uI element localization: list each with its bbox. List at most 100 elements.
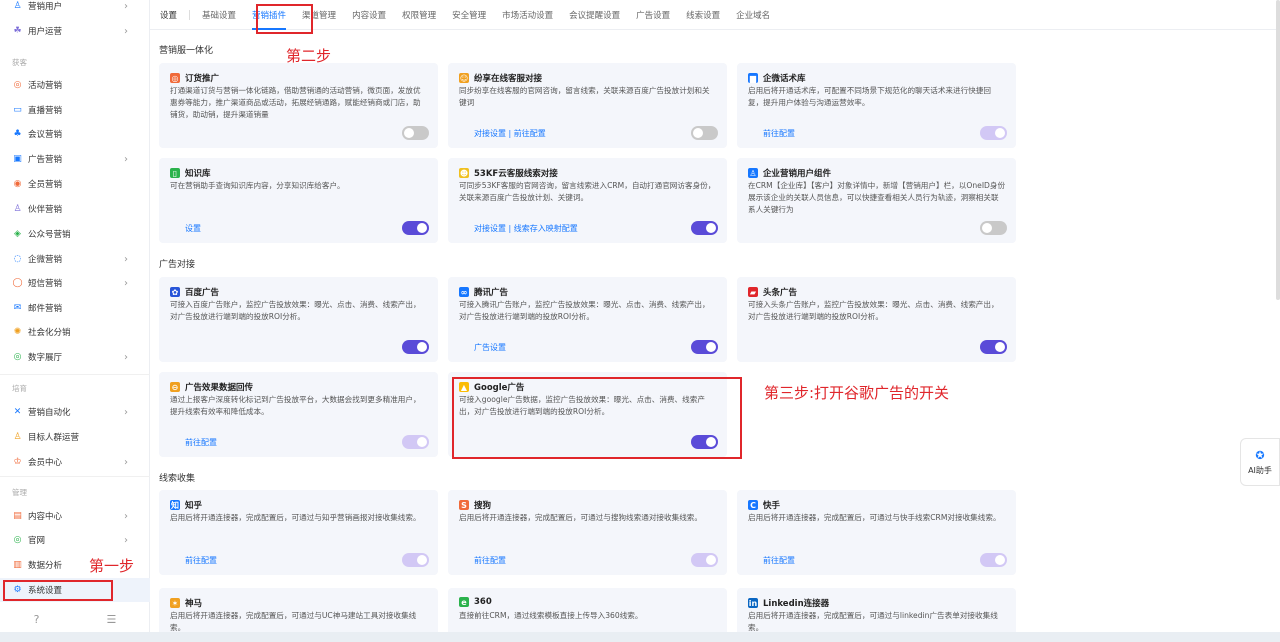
plugin-card-toutiao: ▰ 头条广告 可接入头条广告账户，监控广告投放效果：曝光、点击、消费、线索产出，对广…: [737, 277, 1016, 362]
plugin-card-marketing-user-component: ♙ 企业营销用户组件 在CRM【企业库】【客户】对象详情中，新增【营销用户】栏，以O…: [737, 158, 1016, 243]
plugin-card-title-text: 搜狗: [474, 501, 492, 511]
ai-helper-button[interactable]: ✪ AI助手: [1240, 438, 1280, 486]
sidebar-item-wechat[interactable]: ◈ 公众号营销: [0, 222, 150, 246]
tab-enterprise-domain[interactable]: 企业域名: [736, 0, 770, 30]
chevron-right-icon: ›: [124, 25, 128, 37]
plugin-card-description: 可接入头条广告账户，监控广告投放效果：曝光、点击、消费、线索产出，对广告投放进行…: [748, 300, 999, 321]
plugin-card-title: ▆ 企微话术库: [748, 72, 806, 84]
plugin-card-title-text: 广告效果数据回传: [185, 383, 254, 393]
plugin-card-kuaishou: C 快手 启用后将开通连接器，完成配置后，可通过与快手线索CRM对接收集线索。 前往配…: [737, 490, 1016, 575]
sidebar-item-distribution[interactable]: ✺ 社会化分销: [0, 320, 150, 344]
sidebar-item-sms[interactable]: ◯ 短信营销 ›: [0, 271, 150, 295]
plugin-toggle-switch[interactable]: [691, 221, 718, 235]
plugin-toggle-switch[interactable]: [691, 340, 718, 354]
marketing-user-component-icon: ♙: [748, 168, 758, 178]
sidebar-item-target[interactable]: ♙ 目标人群运营: [0, 425, 150, 449]
plugin-toggle-switch[interactable]: [402, 126, 429, 140]
sidebar-item-meeting[interactable]: ♣ 会议营销: [0, 122, 150, 146]
sidebar-item-wecom[interactable]: ◌ 企微营销 ›: [0, 247, 150, 271]
plugin-card-link[interactable]: 对接设置 | 前往配置: [474, 128, 546, 139]
plugin-toggle-switch[interactable]: [402, 221, 429, 235]
mail-icon: ✉: [13, 302, 22, 313]
sidebar-item-automation[interactable]: ✕ 营销自动化 ›: [0, 400, 150, 424]
plugin-toggle-switch[interactable]: [402, 435, 429, 449]
plugin-card-description: 可接入百度广告账户，监控广告投放效果：曝光、点击、消费、线索产出，对广告投放进行…: [170, 300, 421, 321]
step1-highlight-box: [3, 580, 113, 601]
plugin-card-description: 启用后将开通连接器，完成配置后，可通过与UC神马建站工具对接收集线索。: [170, 611, 417, 632]
sidebar-item-member[interactable]: ♔ 会员中心 ›: [0, 450, 150, 474]
plugin-toggle-switch[interactable]: [691, 553, 718, 567]
sidebar: 获客 培育 管理 ? ☰ ♙ 营销用户 › ☘ 用户运营 › ◎ 活动营销 ▭ 直播营销 ♣ 会议营销…: [0, 0, 150, 632]
plugin-card-link[interactable]: 前往配置: [474, 555, 506, 566]
plugin-card-description: 启用后将开通连接器，完成配置后，可通过与搜狗线索通对接收集线索。: [459, 513, 702, 522]
sidebar-item-label: 用户运营: [28, 27, 63, 37]
plugin-card-title: ✶ 神马: [170, 597, 202, 609]
scrollbar[interactable]: [1276, 0, 1280, 300]
plugin-toggle-switch[interactable]: [402, 340, 429, 354]
plugin-card-title-text: Linkedin连接器: [763, 599, 830, 609]
plugin-card-title-text: 53KF云客服线索对接: [474, 169, 558, 179]
sidebar-item-label: 数字展厅: [28, 353, 63, 363]
section-title-leads: 线索收集: [159, 474, 196, 484]
sidebar-item-content[interactable]: ▤ 内容中心 ›: [0, 504, 150, 528]
plugin-toggle-switch[interactable]: [691, 126, 718, 140]
plugin-card-title-text: 头条广告: [763, 288, 798, 298]
online-service-icon: ☺: [459, 73, 469, 83]
tab-basic-settings[interactable]: 基础设置: [202, 0, 236, 30]
help-icon[interactable]: ?: [34, 613, 40, 626]
plugin-card-description: 通过上报客户深度转化标记到广告投放平台，大数据会找到更多精准用户，提升线索有效率…: [170, 395, 421, 416]
user-icon: ♙: [13, 0, 22, 11]
sidebar-item-label: 活动营销: [28, 81, 63, 91]
sidebar-item-activity[interactable]: ◎ 活动营销: [0, 73, 150, 97]
sidebar-item-user[interactable]: ♙ 营销用户 ›: [0, 0, 150, 18]
tab-security-management[interactable]: 安全管理: [452, 0, 486, 30]
sidebar-item-website[interactable]: ◎ 官网 ›: [0, 528, 150, 552]
tab-lead-settings[interactable]: 线索设置: [686, 0, 720, 30]
plugin-card-link[interactable]: 前往配置: [763, 128, 795, 139]
plugin-card-title-text: 快手: [763, 501, 781, 511]
plugin-card-link[interactable]: 前往配置: [185, 555, 217, 566]
tab-permission-management[interactable]: 权限管理: [402, 0, 436, 30]
sidebar-item-all-staff[interactable]: ◉ 全员营销: [0, 172, 150, 196]
plugin-card-link[interactable]: 对接设置 | 线索存入映射配置: [474, 223, 578, 234]
plugin-toggle-switch[interactable]: [980, 340, 1007, 354]
tab-content-settings[interactable]: 内容设置: [352, 0, 386, 30]
sidebar-item-label: 营销用户: [28, 2, 63, 12]
plugin-card-link[interactable]: 前往配置: [763, 555, 795, 566]
tab-meeting-reminder-settings[interactable]: 会议提醒设置: [569, 0, 620, 30]
tab-ad-settings[interactable]: 广告设置: [636, 0, 670, 30]
sidebar-divider: [0, 476, 150, 477]
sidebar-footer: ? ☰: [0, 606, 150, 632]
plugin-card-title: ☺ 纷享在线客服对接: [459, 72, 542, 84]
plugin-card-link[interactable]: 设置: [185, 223, 201, 234]
sidebar-group-cultivate: 培育: [12, 384, 27, 393]
sidebar-group-acquire: 获客: [12, 58, 27, 67]
sidebar-item-label: 伙伴营销: [28, 205, 63, 215]
sidebar-item-label: 全员营销: [28, 180, 63, 190]
activity-icon: ◎: [13, 79, 22, 90]
ai-helper-label: AI助手: [1248, 465, 1272, 475]
sidebar-item-live[interactable]: ▭ 直播营销: [0, 98, 150, 122]
tab-market-activity-settings[interactable]: 市场活动设置: [502, 0, 553, 30]
sidebar-item-ad[interactable]: ▣ 广告营销 ›: [0, 147, 150, 171]
sidebar-item-users[interactable]: ☘ 用户运营 ›: [0, 19, 150, 43]
baidu-icon: ✿: [170, 287, 180, 297]
chevron-right-icon: ›: [124, 406, 128, 418]
sidebar-item-partner[interactable]: ♙ 伙伴营销: [0, 197, 150, 221]
chevron-right-icon: ›: [124, 153, 128, 165]
sidebar-item-mail[interactable]: ✉ 邮件营销: [0, 296, 150, 320]
plugin-toggle-switch[interactable]: [980, 126, 1007, 140]
automation-icon: ✕: [13, 406, 22, 417]
plugin-card-baidu: ✿ 百度广告 可接入百度广告账户，监控广告投放效果：曝光、点击、消费、线索产出，对广…: [159, 277, 438, 362]
plugin-toggle-switch[interactable]: [402, 553, 429, 567]
plugin-toggle-switch[interactable]: [980, 221, 1007, 235]
wechat-icon: ◈: [14, 228, 21, 239]
plugin-card-link[interactable]: 广告设置: [474, 342, 506, 353]
360-icon: e: [459, 597, 469, 607]
sidebar-divider: [0, 374, 150, 375]
plugin-card-link[interactable]: 前往配置: [185, 437, 217, 448]
collapse-menu-icon[interactable]: ☰: [107, 613, 117, 626]
sidebar-item-showroom[interactable]: ◎ 数字展厅 ›: [0, 345, 150, 369]
plugin-toggle-switch[interactable]: [980, 553, 1007, 567]
plugin-card-data-return: ⊖ 广告效果数据回传 通过上报客户深度转化标记到广告投放平台，大数据会找到更多精准用…: [159, 372, 438, 457]
